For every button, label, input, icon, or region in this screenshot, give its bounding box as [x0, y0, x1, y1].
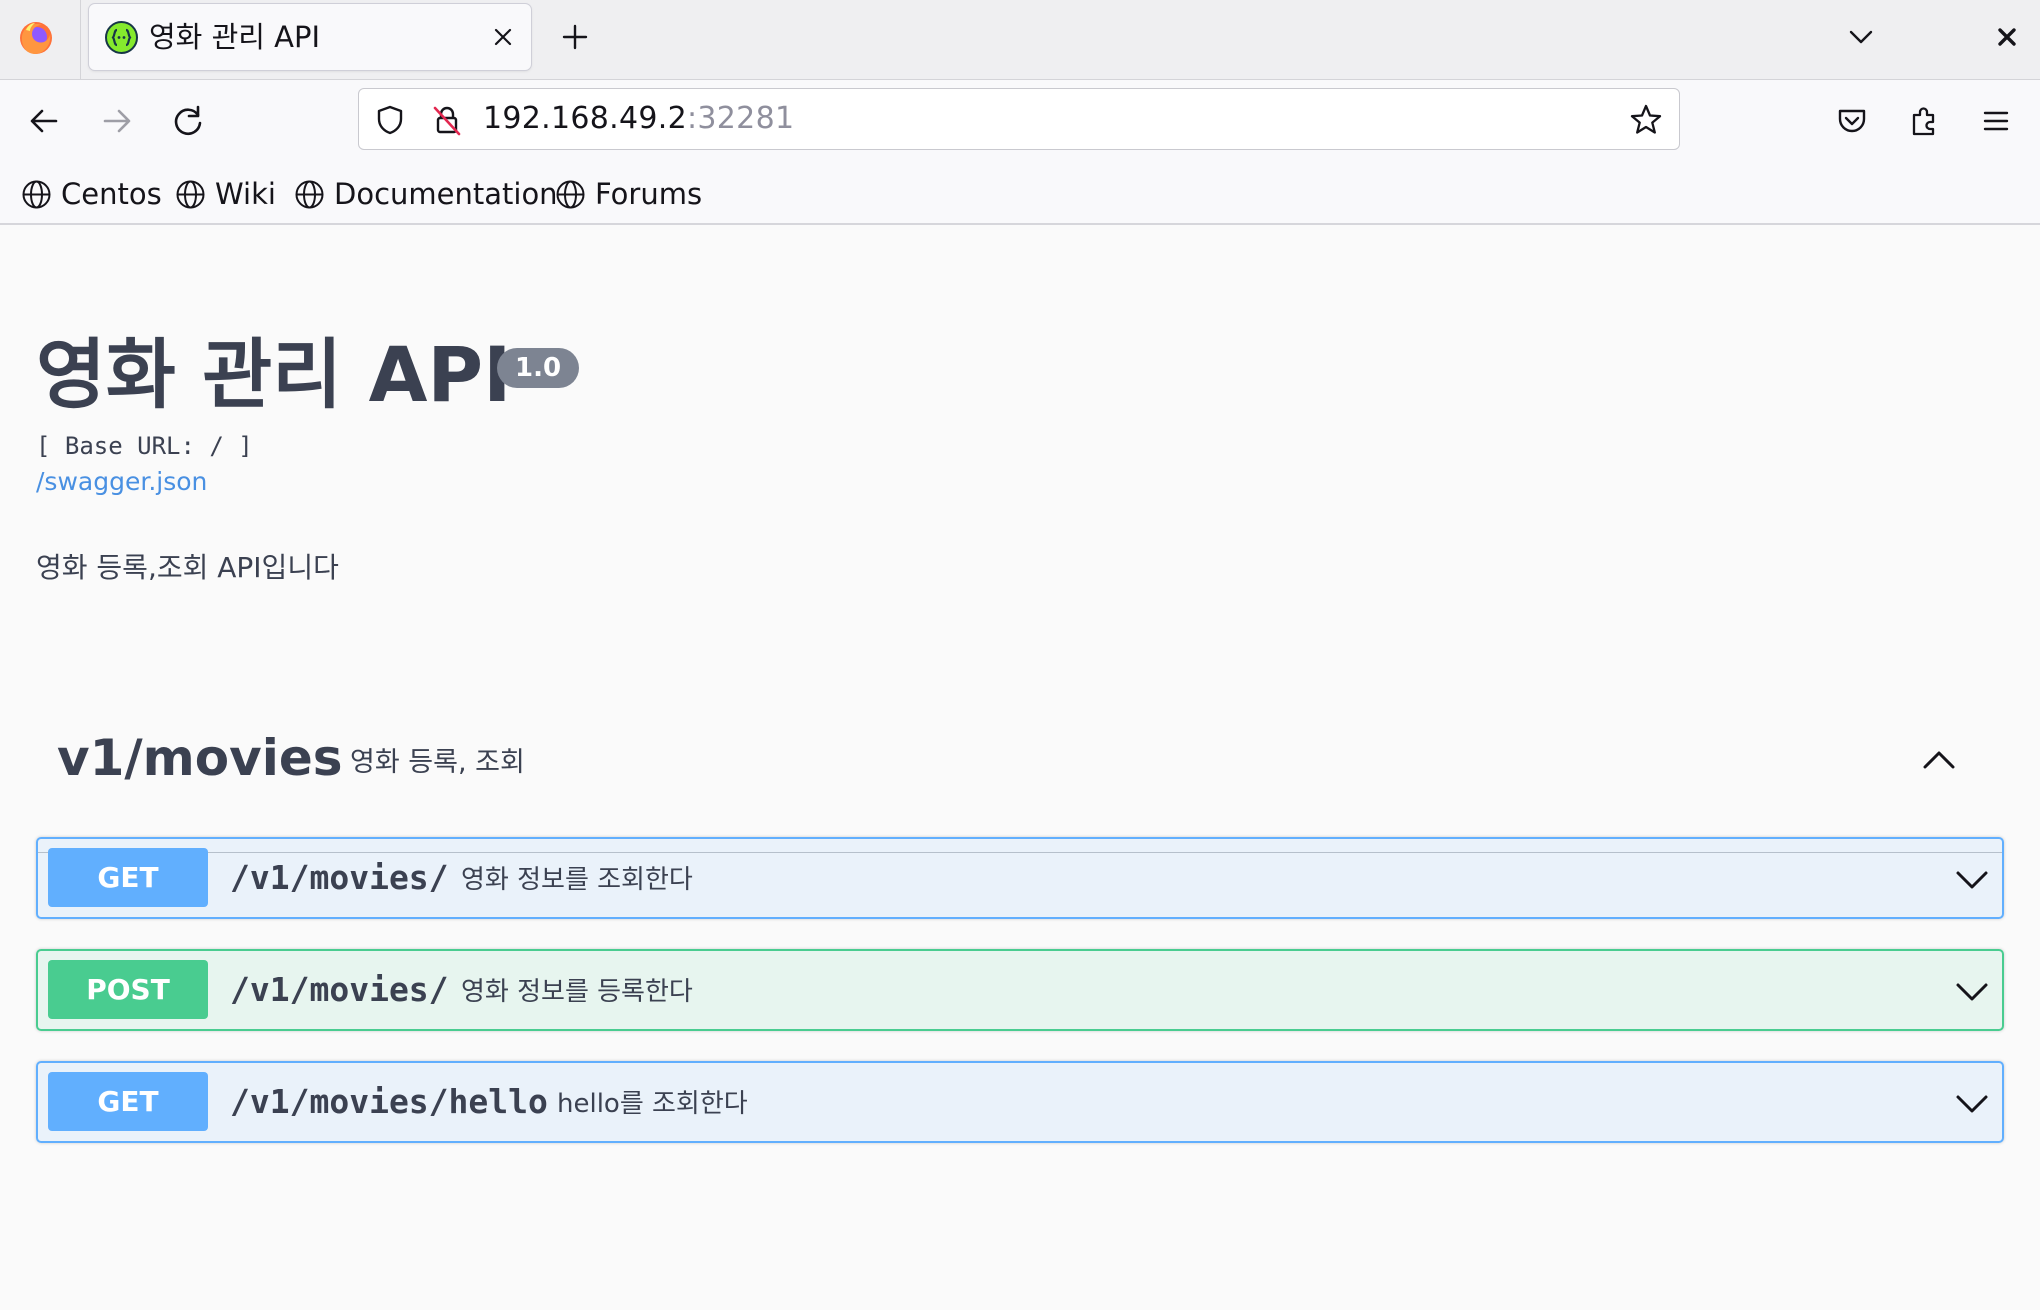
address-bar[interactable]: 192.168.49.2:32281: [358, 88, 1680, 150]
tab-separator: [80, 0, 81, 79]
operation-path: /v1/movies/hello: [230, 1082, 548, 1121]
tag-description: 영화 등록, 조회: [350, 747, 525, 778]
navigation-toolbar: 192.168.49.2:32281: [0, 80, 2040, 162]
bookmark-star-icon[interactable]: [1627, 101, 1665, 139]
globe-icon: [22, 180, 51, 208]
bookmark-label: Centos: [61, 177, 162, 211]
globe-icon: [176, 180, 205, 208]
bookmark-documentation[interactable]: Documentation: [293, 174, 558, 214]
url-port: :32281: [687, 101, 795, 136]
operation-post-movies[interactable]: POST /v1/movies/ 영화 정보를 등록한다: [36, 949, 2004, 1031]
tag-header[interactable]: v1/movies 영화 등록, 조회: [36, 703, 2004, 853]
operation-summary: 영화 정보를 조회한다: [461, 865, 693, 895]
operation-path: /v1/movies/: [230, 970, 449, 1009]
extensions-puzzle-icon[interactable]: [1901, 98, 1947, 144]
globe-icon: [556, 180, 585, 208]
pocket-icon[interactable]: [1829, 98, 1875, 144]
method-badge: GET: [48, 848, 208, 907]
operation-summary: hello를 조회한다: [557, 1089, 748, 1119]
firefox-logo-icon[interactable]: [18, 20, 54, 56]
url-host: 192.168.49.2: [483, 101, 687, 136]
menu-hamburger-icon[interactable]: [1973, 98, 2019, 144]
insecure-lock-icon[interactable]: [429, 102, 465, 138]
bookmark-centos[interactable]: Centos: [20, 174, 162, 214]
swagger-ui-page: 영화 관리 API 1.0 [ Base URL: / ] /swagger.j…: [0, 225, 2040, 1310]
tab-strip: 영화 관리 API: [0, 0, 2040, 80]
bookmark-label: Forums: [595, 177, 703, 211]
api-title: 영화 관리 API: [36, 330, 512, 419]
back-arrow-icon[interactable]: [21, 98, 67, 144]
window-close-icon[interactable]: [1990, 20, 2024, 54]
reload-icon[interactable]: [165, 98, 211, 144]
bookmark-wiki[interactable]: Wiki: [174, 174, 276, 214]
expand-chevron-down-icon[interactable]: [1952, 859, 1992, 899]
tab-active[interactable]: 영화 관리 API: [89, 4, 531, 70]
tab-title: 영화 관리 API: [149, 20, 321, 54]
new-tab-plus-icon[interactable]: [556, 18, 594, 56]
tracking-protection-shield-icon[interactable]: [372, 102, 408, 138]
forward-arrow-icon[interactable]: [94, 98, 140, 144]
bookmark-label: Wiki: [215, 177, 276, 211]
operation-get-movies[interactable]: GET /v1/movies/ 영화 정보를 조회한다: [36, 837, 2004, 919]
close-tab-icon[interactable]: [485, 19, 521, 55]
url-text[interactable]: 192.168.49.2:32281: [483, 89, 794, 149]
globe-icon: [295, 180, 324, 208]
bookmark-label: Documentation: [334, 177, 558, 211]
api-description: 영화 등록,조회 API입니다: [36, 551, 339, 584]
bookmarks-toolbar: Centos Wiki Documentation Forums: [0, 162, 2040, 225]
operation-get-movies-hello[interactable]: GET /v1/movies/hello hello를 조회한다: [36, 1061, 2004, 1143]
swagger-json-link[interactable]: /swagger.json: [36, 467, 207, 496]
bookmark-forums[interactable]: Forums: [554, 174, 702, 214]
base-url: [ Base URL: / ]: [36, 432, 253, 460]
list-all-tabs-chevron-down-icon[interactable]: [1842, 18, 1880, 56]
swagger-favicon-icon: [105, 21, 138, 54]
method-badge: GET: [48, 1072, 208, 1131]
operation-summary: 영화 정보를 등록한다: [461, 977, 693, 1007]
collapse-chevron-up-icon[interactable]: [1914, 736, 1964, 786]
expand-chevron-down-icon[interactable]: [1952, 971, 1992, 1011]
expand-chevron-down-icon[interactable]: [1952, 1083, 1992, 1123]
version-badge: 1.0: [497, 348, 580, 388]
tag-name[interactable]: v1/movies: [57, 703, 343, 813]
operation-path: /v1/movies/: [230, 858, 449, 897]
method-badge: POST: [48, 960, 208, 1019]
